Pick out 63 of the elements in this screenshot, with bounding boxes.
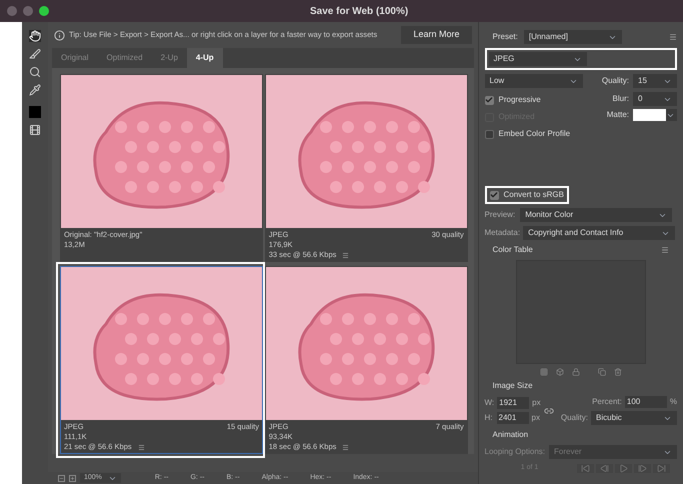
width-label: W:: [484, 397, 494, 409]
resample-quality-label: Quality:: [560, 412, 588, 424]
playback-icon[interactable]: [634, 464, 650, 472]
preset-dropdown[interactable]: [Unnamed]: [524, 30, 622, 44]
metadata-dropdown[interactable]: Copyright and Contact Info: [523, 226, 676, 240]
quality-field[interactable]: 15: [633, 74, 677, 88]
percent-label: Percent:: [592, 396, 622, 408]
resample-dropdown[interactable]: Bicubic: [591, 411, 677, 425]
matte-dropdown[interactable]: [633, 109, 677, 121]
playback-icon[interactable]: [576, 464, 594, 472]
zoom-in-icon[interactable]: [68, 474, 76, 482]
view-tab[interactable]: 4-Up: [186, 48, 223, 68]
learn-more-button[interactable]: Learn More: [401, 26, 472, 44]
height-field[interactable]: 2401: [496, 412, 528, 424]
playback-icon[interactable]: [652, 464, 670, 472]
checkbox[interactable]: [484, 96, 494, 104]
zoom-out-icon[interactable]: [58, 474, 65, 482]
percent-unit: %: [670, 396, 677, 408]
playback-icon[interactable]: [614, 464, 632, 472]
blur-field[interactable]: 0: [633, 92, 677, 106]
panel-menu-icon[interactable]: [661, 246, 669, 254]
menu-icon[interactable]: [342, 444, 350, 450]
format-dropdown[interactable]: JPEG: [488, 52, 586, 66]
metadata-label: Metadata:: [484, 227, 520, 239]
width-field[interactable]: 1921: [497, 397, 530, 409]
unit-label: px: [532, 412, 540, 424]
looping-label: Looping Options:: [484, 446, 545, 458]
percent-field[interactable]: 100: [624, 396, 667, 408]
unit-label: px: [532, 397, 541, 409]
hand-icon[interactable]: [28, 30, 41, 42]
zoom-icon[interactable]: [28, 66, 41, 78]
info-icon: [54, 30, 65, 40]
eyedropper-icon[interactable]: [28, 84, 41, 96]
color-table-title: Color Table: [492, 244, 533, 256]
height-label: H:: [484, 412, 492, 424]
preset-label: Preset:: [492, 31, 518, 43]
trash-icon[interactable]: [614, 368, 622, 376]
new-color-icon[interactable]: [598, 368, 606, 376]
color-swatch[interactable]: [28, 106, 41, 118]
quality-label: Quality:: [602, 75, 629, 87]
checkbox-label: Embed Color Profile: [498, 128, 570, 140]
image-size-title: Image Size: [492, 380, 534, 392]
preview-label: Preview:: [484, 209, 516, 221]
panel-menu-icon[interactable]: [669, 33, 677, 41]
lock-icon[interactable]: [572, 368, 580, 376]
checkbox-label: Convert to sRGB: [504, 189, 564, 201]
menu-icon[interactable]: [138, 444, 145, 450]
matte-swatch: [633, 109, 666, 121]
slices-toggle-icon[interactable]: [28, 124, 41, 136]
compression-dropdown[interactable]: Low: [484, 74, 582, 88]
matte-label: Matte:: [606, 109, 629, 121]
grid-icon[interactable]: [540, 368, 548, 376]
menu-icon[interactable]: [342, 252, 350, 258]
checkbox-label: Progressive: [498, 94, 541, 106]
blur-label: Blur:: [612, 93, 629, 105]
window-title: Save for Web (100%): [310, 4, 408, 18]
animation-title: Animation: [492, 429, 530, 441]
checkbox[interactable]: [484, 130, 494, 138]
checkbox[interactable]: [490, 190, 498, 200]
preview-dropdown[interactable]: Monitor Color: [520, 208, 672, 222]
cube-icon[interactable]: [556, 368, 564, 376]
playback-icon[interactable]: [596, 464, 612, 472]
slice-icon[interactable]: [28, 48, 41, 60]
